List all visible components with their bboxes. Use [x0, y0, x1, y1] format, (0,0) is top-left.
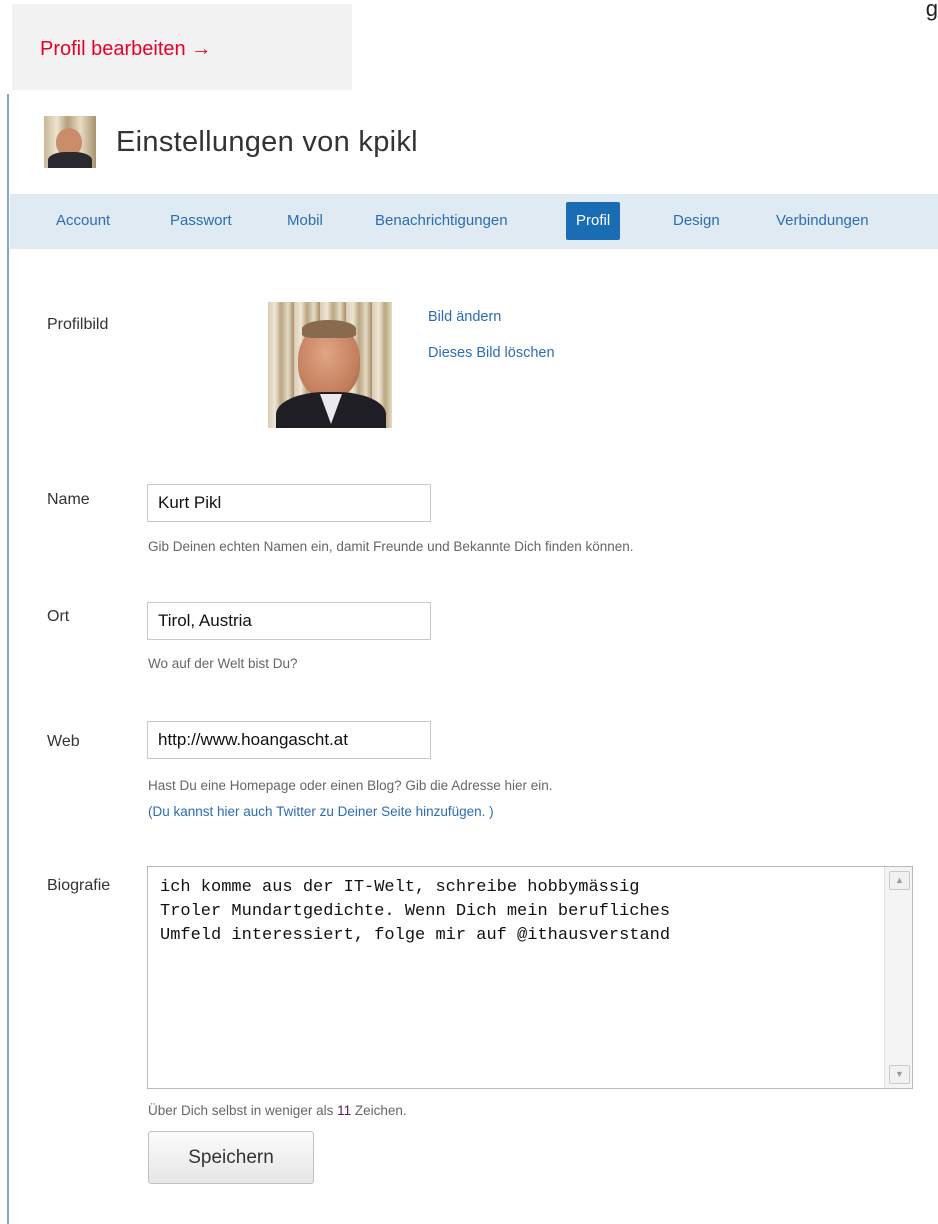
- tab-verbindungen[interactable]: Verbindungen: [766, 202, 879, 240]
- scroll-down-icon[interactable]: ▼: [889, 1065, 910, 1084]
- avatar: [44, 116, 96, 168]
- web-hint: Hast Du eine Homepage oder einen Blog? G…: [148, 778, 553, 793]
- location-hint: Wo auf der Welt bist Du?: [148, 656, 298, 671]
- scroll-up-icon[interactable]: ▲: [889, 871, 910, 890]
- bio-scrollbar[interactable]: ▲ ▼: [884, 867, 912, 1088]
- location-field[interactable]: [147, 602, 431, 640]
- profile-picture: [268, 302, 392, 428]
- bio-textarea[interactable]: ich komme aus der IT-Welt, schreibe hobb…: [148, 867, 882, 1088]
- bio-hint: Über Dich selbst in weniger als 11 Zeich…: [148, 1103, 407, 1118]
- tab-design[interactable]: Design: [663, 202, 730, 240]
- web-field[interactable]: [147, 721, 431, 759]
- bio-label: Biografie: [47, 877, 111, 894]
- settings-tabs: Account Passwort Mobil Benachrichtigunge…: [10, 194, 938, 249]
- tab-mobil[interactable]: Mobil: [277, 202, 333, 240]
- name-field[interactable]: [147, 484, 431, 522]
- edit-profile-link[interactable]: Profil bearbeiten →: [40, 38, 211, 61]
- page-title: Einstellungen von kpikl: [116, 125, 418, 158]
- change-picture-link[interactable]: Bild ändern: [428, 309, 501, 325]
- tab-account[interactable]: Account: [46, 202, 120, 240]
- tab-passwort[interactable]: Passwort: [160, 202, 242, 240]
- corner-text: g: [925, 0, 938, 21]
- edit-profile-banner[interactable]: Profil bearbeiten →: [12, 4, 352, 90]
- location-label: Ort: [47, 608, 70, 625]
- save-button[interactable]: Speichern: [148, 1131, 314, 1184]
- settings-header: Einstellungen von kpikl: [44, 115, 418, 169]
- bio-field-wrapper: ich komme aus der IT-Welt, schreibe hobb…: [147, 866, 913, 1089]
- tab-profil[interactable]: Profil: [566, 202, 621, 240]
- remaining-characters: 11: [337, 1103, 352, 1118]
- left-border-line: [7, 94, 9, 1224]
- name-hint: Gib Deinen echten Namen ein, damit Freun…: [148, 539, 634, 554]
- profile-picture-label: Profilbild: [47, 316, 109, 333]
- tab-benachrichtigungen[interactable]: Benachrichtigungen: [365, 202, 518, 240]
- twitter-link[interactable]: (Du kannst hier auch Twitter zu Deiner S…: [148, 804, 494, 819]
- bio-hint-after: Zeichen.: [351, 1103, 407, 1118]
- name-label: Name: [47, 491, 90, 508]
- bio-hint-before: Über Dich selbst in weniger als: [148, 1103, 338, 1118]
- delete-picture-link[interactable]: Dieses Bild löschen: [428, 345, 555, 361]
- web-label: Web: [47, 733, 80, 750]
